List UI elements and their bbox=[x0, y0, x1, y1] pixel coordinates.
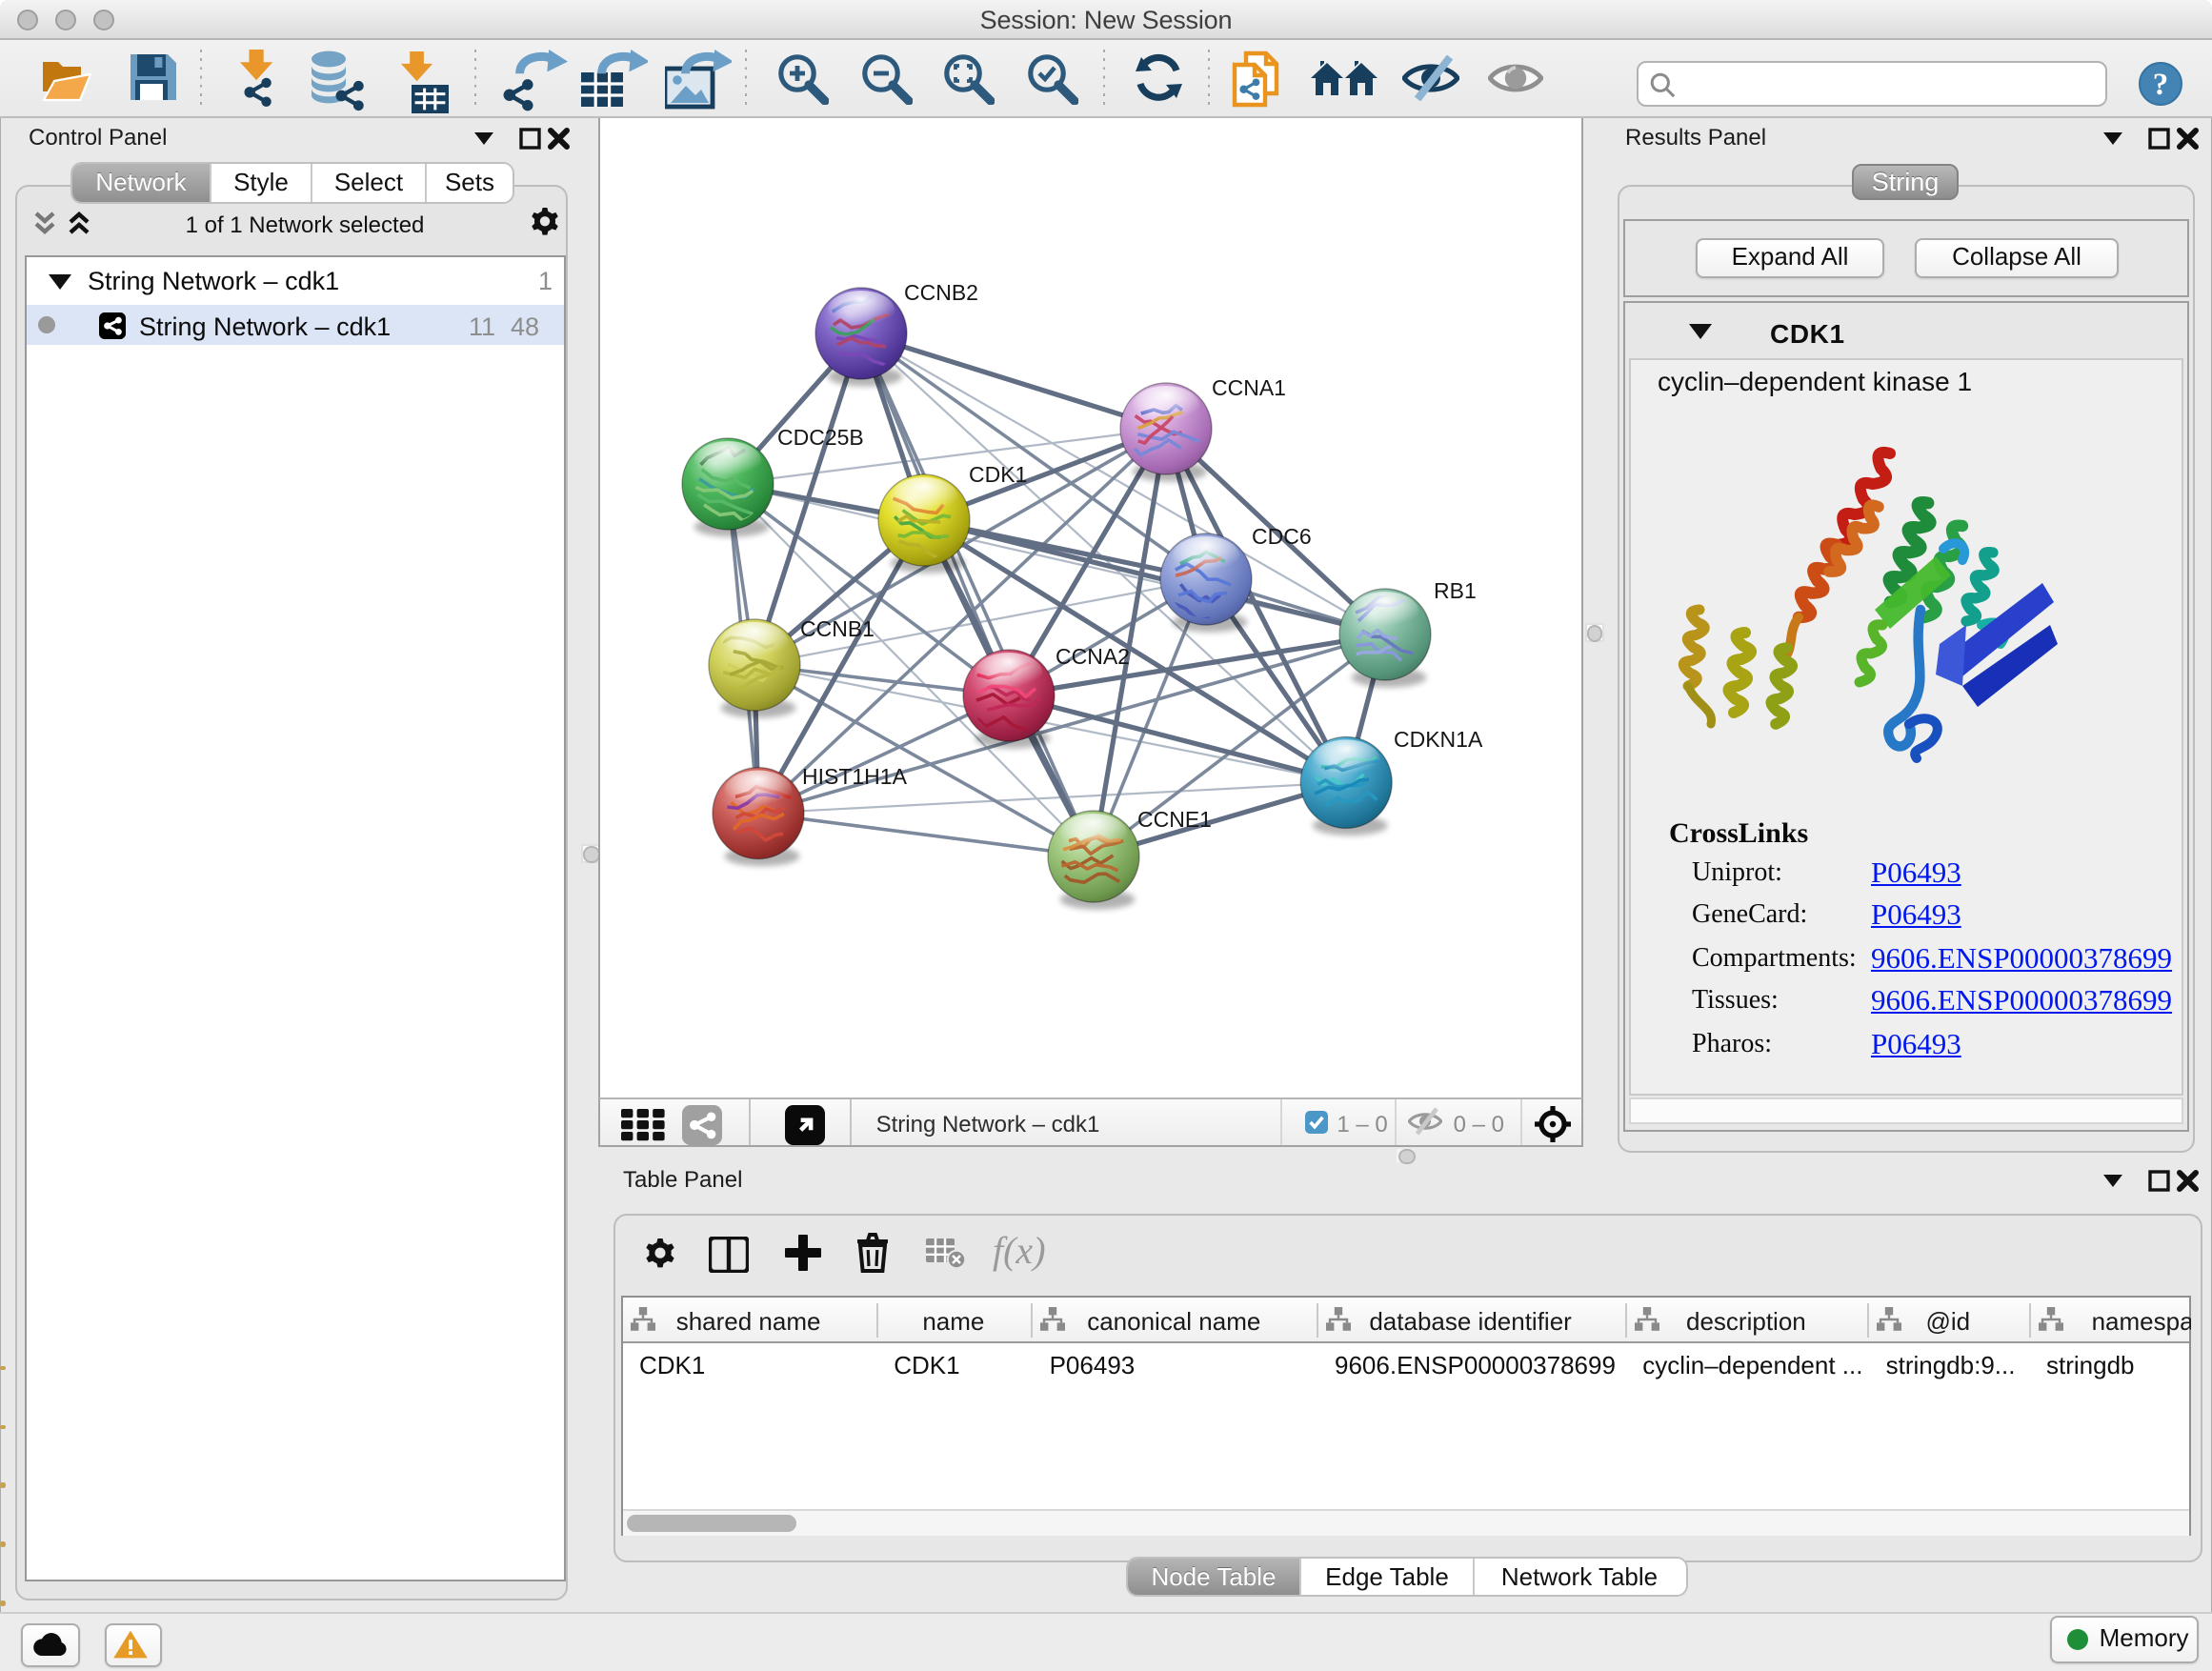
svg-text:HIST1H1A: HIST1H1A bbox=[802, 764, 908, 789]
svg-text:CCNE1: CCNE1 bbox=[1137, 807, 1212, 832]
svg-text:CCNA2: CCNA2 bbox=[1056, 644, 1130, 669]
svg-text:CDC6: CDC6 bbox=[1252, 524, 1312, 549]
svg-text:RB1: RB1 bbox=[1434, 578, 1477, 603]
svg-text:CCNB1: CCNB1 bbox=[800, 616, 875, 641]
svg-text:CCNA1: CCNA1 bbox=[1212, 375, 1286, 400]
svg-text:CDKN1A: CDKN1A bbox=[1394, 727, 1483, 752]
svg-text:CDK1: CDK1 bbox=[969, 462, 1027, 487]
svg-text:CDC25B: CDC25B bbox=[777, 425, 864, 450]
svg-text:CCNB2: CCNB2 bbox=[904, 280, 978, 305]
svg-text:?: ? bbox=[2153, 68, 2169, 102]
